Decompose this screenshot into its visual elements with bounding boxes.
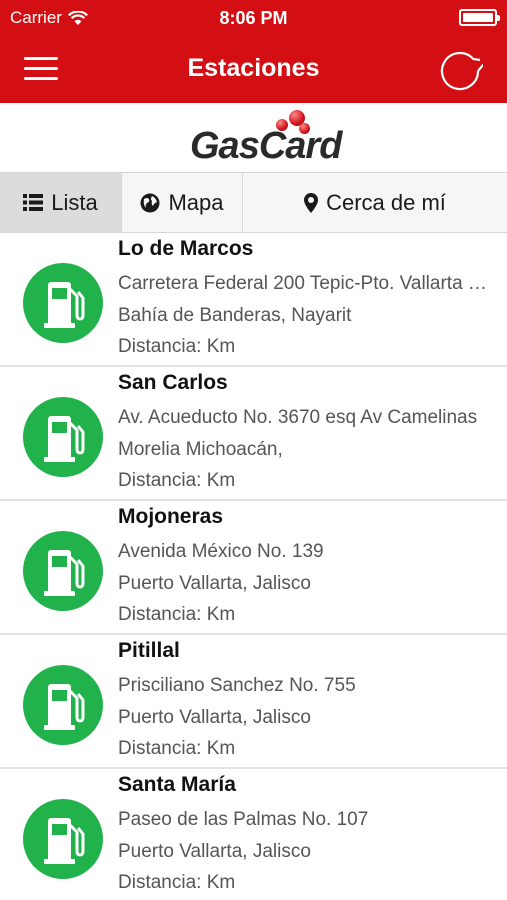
- station-name: San Carlos: [118, 371, 228, 394]
- station-row[interactable]: San Carlos Av. Acueducto No. 3670 esq Av…: [0, 367, 507, 501]
- list-icon: [23, 194, 44, 211]
- station-address: Paseo de las Palmas No. 107: [118, 809, 369, 830]
- gascard-logo: GasCard: [0, 103, 507, 173]
- station-city: Morelia Michoacán,: [118, 439, 283, 460]
- status-bar: Carrier 8:06 PM: [0, 0, 507, 36]
- tab-label: Lista: [51, 189, 98, 215]
- station-distance: Distancia: Km: [118, 604, 236, 625]
- tab-cerca-de-mi[interactable]: Cerca de mí: [243, 173, 507, 232]
- station-name: Santa María: [118, 773, 236, 796]
- gas-pump-icon: [23, 799, 103, 879]
- station-address: Avenida México No. 139: [118, 541, 324, 562]
- station-address: Prisciliano Sanchez No. 755: [118, 675, 356, 696]
- gas-pump-icon: [23, 397, 103, 477]
- station-address: Av. Acueducto No. 3670 esq Av Camelinas: [118, 407, 478, 428]
- station-distance: Distancia: Km: [118, 336, 236, 357]
- station-distance: Distancia: Km: [118, 872, 236, 893]
- logo-dot: [299, 123, 310, 134]
- tab-mapa[interactable]: Mapa: [122, 173, 243, 232]
- gas-pump-icon: [23, 531, 103, 611]
- battery-icon: [459, 9, 500, 26]
- station-name: Mojoneras: [118, 505, 224, 528]
- logo-dot: [276, 119, 288, 131]
- refresh-icon[interactable]: [437, 48, 483, 94]
- station-address: Carretera Federal 200 Tepic-Pto. Vallart…: [118, 273, 488, 294]
- station-city: Puerto Vallarta, Jalisco: [118, 573, 311, 594]
- station-name: Pitillal: [118, 639, 180, 662]
- station-name: Lo de Marcos: [118, 237, 254, 260]
- nav-bar: Estaciones: [0, 36, 507, 103]
- header: Carrier 8:06 PM Estaciones: [0, 0, 507, 103]
- station-city: Bahía de Banderas, Nayarit: [118, 305, 352, 326]
- globe-icon: [140, 193, 160, 212]
- station-row[interactable]: Pitillal Prisciliano Sanchez No. 755 Pue…: [0, 635, 507, 769]
- gas-pump-icon: [23, 263, 103, 343]
- station-row[interactable]: Santa María Paseo de las Palmas No. 107 …: [0, 769, 507, 900]
- station-row[interactable]: Mojoneras Avenida México No. 139 Puerto …: [0, 501, 507, 635]
- station-row[interactable]: Lo de Marcos Carretera Federal 200 Tepic…: [0, 233, 507, 367]
- gas-pump-icon: [23, 665, 103, 745]
- location-pin-icon: [304, 192, 319, 213]
- station-distance: Distancia: Km: [118, 738, 236, 759]
- page-title: Estaciones: [187, 54, 320, 82]
- tab-lista[interactable]: Lista: [0, 173, 122, 232]
- tab-label: Cerca de mí: [326, 189, 446, 215]
- station-city: Puerto Vallarta, Jalisco: [118, 707, 311, 728]
- tab-label: Mapa: [168, 189, 224, 215]
- view-selector: Lista Mapa Cerca de mí: [0, 172, 507, 233]
- logo-text: GasCard: [190, 125, 342, 167]
- station-distance: Distancia: Km: [118, 470, 236, 491]
- status-time: 8:06 PM: [219, 8, 288, 28]
- station-list: Lo de Marcos Carretera Federal 200 Tepic…: [0, 233, 507, 900]
- station-city: Puerto Vallarta, Jalisco: [118, 841, 311, 862]
